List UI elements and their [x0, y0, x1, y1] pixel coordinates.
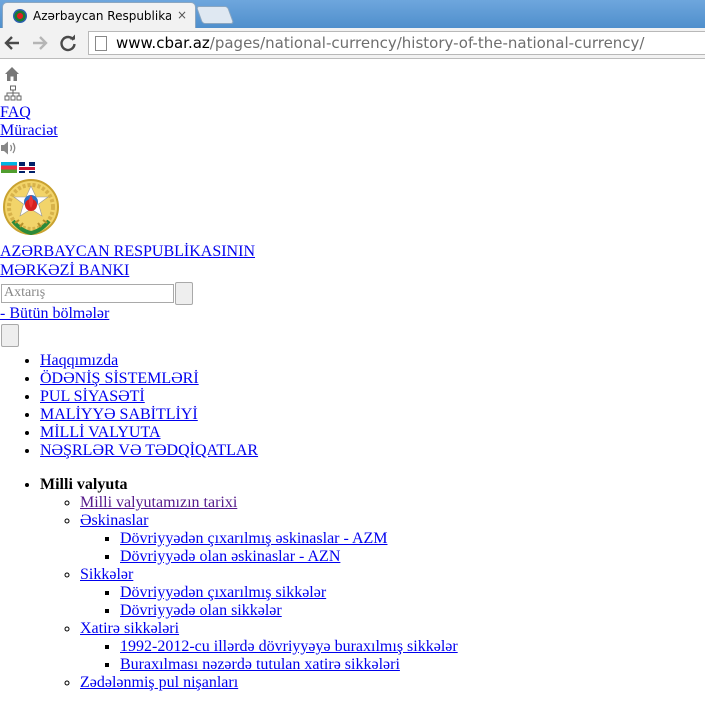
coins-withdrawn-link[interactable]: Dövriyyədən çıxarılmış sikkələr [120, 584, 326, 601]
browser-toolbar: www.cbar.az/pages/national-currency/hist… [0, 28, 705, 59]
banknotes-withdrawn-link[interactable]: Dövriyyədən çıxarılmış əskinaslar - AZM [120, 530, 388, 547]
url-path: /pages/national-currency/history-of-the-… [209, 34, 645, 52]
main-nav-item: MALİYYƏ SABİTLİYİ [40, 406, 705, 424]
address-bar[interactable]: www.cbar.az/pages/national-currency/hist… [88, 31, 705, 55]
nav-about[interactable]: Haqqımızda [40, 352, 118, 369]
azerbaijan-flag-icon[interactable] [1, 161, 17, 173]
subnav-damaged-link[interactable]: Zədələnmiş pul nişanları [80, 674, 238, 691]
search-scope-link[interactable]: - Bütün bölmələr [0, 304, 705, 324]
subnav-item: Dövriyyədə olan sikkələr [120, 602, 705, 620]
menu-toggle-row [0, 324, 705, 352]
search-form [0, 281, 705, 305]
main-nav-item: ÖDƏNİŞ SİSTEMLƏRİ [40, 370, 705, 388]
subnav-item: Dövriyyədən çıxarılmış əskinaslar - AZM [120, 530, 705, 548]
uk-flag-icon[interactable] [19, 161, 35, 173]
main-nav-item: Haqqımızda [40, 352, 705, 370]
language-switcher [0, 159, 705, 175]
url-host: www.cbar.az [116, 34, 210, 52]
page-icon [95, 35, 107, 51]
nav-payment-systems[interactable]: ÖDƏNİŞ SİSTEMLƏRİ [40, 370, 199, 387]
main-nav-item: NƏŞRLƏR VƏ TƏDQİQATLAR [40, 442, 705, 460]
subnav-history-link[interactable]: Milli valyutamızın tarixi [80, 494, 237, 511]
new-tab-button[interactable] [195, 6, 235, 24]
commemorative-1992-2012-link[interactable]: 1992-2012-cu illərdə dövriyyəyə buraxılm… [120, 638, 458, 655]
nav-national-currency[interactable]: MİLLİ VALYUTA [40, 424, 161, 441]
tab-title: Azərbaycan Respublikasın [33, 8, 171, 23]
coins-current-link[interactable]: Dövriyyədə olan sikkələr [120, 602, 282, 619]
cbar-favicon-icon [13, 8, 27, 23]
bank-name-line1: AZƏRBAYCAN RESPUBLİKASININ [0, 243, 255, 260]
sitemap-icon [4, 85, 22, 101]
browser-tab[interactable]: Azərbaycan Respublikasın × [2, 2, 196, 28]
contact-link[interactable]: Müraciət [0, 122, 705, 140]
page-content: FAQ Müraciət AZƏRBAYCAN RESPUBLİKASININ … [0, 66, 705, 692]
section-navigation: Milli valyuta Milli valyutamızın tarixi … [0, 476, 705, 692]
commemorative-planned-link[interactable]: Buraxılması nəzərdə tutulan xatirə sikkə… [120, 656, 400, 673]
subnav-banknotes-link[interactable]: Əskinaslar [80, 512, 148, 529]
tab-close-icon[interactable]: × [177, 8, 187, 22]
browser-tab-bar: Azərbaycan Respublikasın × [0, 0, 705, 28]
subnav-item: Buraxılması nəzərdə tutulan xatirə sikkə… [120, 656, 705, 674]
back-arrow-icon[interactable] [2, 32, 22, 54]
home-icon [5, 67, 19, 81]
speaker-icon [1, 141, 16, 155]
reload-icon[interactable] [58, 32, 78, 54]
subnav-item: Sikkələr Dövriyyədən çıxarılmış sikkələr… [80, 566, 705, 620]
menu-toggle-button[interactable] [1, 324, 19, 347]
subnav-item: Milli valyutamızın tarixi [80, 494, 705, 512]
azerbaijan-emblem-icon [3, 179, 59, 236]
subnav-item: Xatirə sikkələri 1992-2012-cu illərdə dö… [80, 620, 705, 674]
home-link[interactable] [0, 66, 705, 85]
main-nav-item: MİLLİ VALYUTA [40, 424, 705, 442]
nav-financial-stability[interactable]: MALİYYƏ SABİTLİYİ [40, 406, 198, 423]
banknotes-subnav: Dövriyyədən çıxarılmış əskinaslar - AZM … [80, 530, 705, 566]
section-nav-root: Milli valyuta Milli valyutamızın tarixi … [40, 476, 705, 692]
bank-name-line2: MƏRKƏZİ BANKI [0, 262, 130, 279]
nav-monetary-policy[interactable]: PUL SİYASƏTİ [40, 388, 145, 405]
audio-toggle[interactable] [0, 140, 705, 159]
nav-publications[interactable]: NƏŞRLƏR VƏ TƏDQİQATLAR [40, 442, 258, 459]
bank-emblem-link[interactable] [0, 177, 705, 243]
bank-name-link[interactable]: AZƏRBAYCAN RESPUBLİKASININ MƏRKƏZİ BANKI [0, 242, 705, 280]
coins-subnav: Dövriyyədən çıxarılmış sikkələr Dövriyyə… [80, 584, 705, 620]
subnav-item: Dövriyyədə olan əskinaslar - AZN [120, 548, 705, 566]
forward-arrow-icon[interactable] [30, 32, 50, 54]
main-navigation: Haqqımızda ÖDƏNİŞ SİSTEMLƏRİ PUL SİYASƏT… [0, 352, 705, 460]
section-title: Milli valyuta [40, 476, 128, 493]
banknotes-current-link[interactable]: Dövriyyədə olan əskinaslar - AZN [120, 548, 340, 565]
sitemap-link[interactable] [0, 85, 705, 104]
commemorative-subnav: 1992-2012-cu illərdə dövriyyəyə buraxılm… [80, 638, 705, 674]
main-nav-item: PUL SİYASƏTİ [40, 388, 705, 406]
search-input[interactable] [1, 283, 174, 303]
subnav-item: 1992-2012-cu illərdə dövriyyəyə buraxılm… [120, 638, 705, 656]
subnav-item: Zədələnmiş pul nişanları [80, 674, 705, 692]
search-button[interactable] [175, 281, 193, 305]
section-subnav: Milli valyutamızın tarixi Əskinaslar Döv… [40, 494, 705, 692]
subnav-commemorative-link[interactable]: Xatirə sikkələri [80, 620, 179, 637]
subnav-coins-link[interactable]: Sikkələr [80, 566, 133, 583]
faq-link[interactable]: FAQ [0, 104, 705, 122]
subnav-item: Dövriyyədən çıxarılmış sikkələr [120, 584, 705, 602]
subnav-item: Əskinaslar Dövriyyədən çıxarılmış əskina… [80, 512, 705, 566]
